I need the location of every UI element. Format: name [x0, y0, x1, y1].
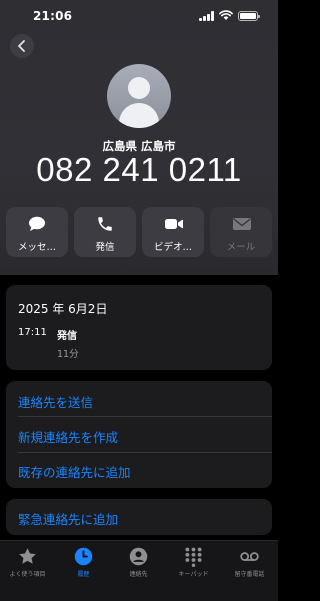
avatar: [107, 64, 171, 128]
add-to-existing-contact-link[interactable]: 既存の連絡先に追加: [18, 462, 131, 481]
contacts-icon: [129, 547, 148, 566]
divider: [18, 452, 272, 453]
tab-voicemail-label: 留守番電話: [234, 571, 265, 578]
mail-icon: [233, 218, 251, 230]
tab-keypad[interactable]: キーパッド: [166, 541, 221, 601]
history-duration: 11分: [57, 349, 79, 360]
history-date: 2025 年 6月2日: [18, 302, 108, 316]
message-button[interactable]: メッセ…: [6, 207, 68, 257]
create-new-contact-link[interactable]: 新規連絡先を作成: [18, 427, 118, 446]
tab-contacts[interactable]: 連絡先: [111, 541, 166, 601]
back-button[interactable]: [10, 34, 34, 58]
add-emergency-contact-link[interactable]: 緊急連絡先に追加: [18, 509, 118, 528]
video-button-label: ビデオ…: [153, 242, 192, 253]
message-button-label: メッセ…: [17, 242, 56, 253]
history-call-type: 発信: [57, 331, 77, 342]
contact-actions-card: 連絡先を送信 新規連絡先を作成 既存の連絡先に追加: [6, 381, 272, 488]
cellular-signal-icon: [199, 11, 215, 21]
status-bar: 21:06: [0, 0, 278, 34]
phone-number[interactable]: 082 241 0211: [0, 151, 278, 189]
call-history-card: 2025 年 6月2日 17:11 発信 11分: [6, 285, 272, 370]
wifi-icon: [219, 10, 233, 20]
clock-icon: [74, 547, 93, 566]
mail-button[interactable]: メール: [210, 207, 272, 257]
battery-icon: [238, 11, 260, 21]
voicemail-icon: [240, 552, 259, 561]
tab-favorites[interactable]: よく使う項目: [0, 541, 55, 601]
chevron-left-icon: [18, 40, 25, 52]
tab-keypad-label: キーパッド: [178, 571, 209, 578]
tab-favorites-label: よく使う項目: [9, 571, 46, 578]
call-button[interactable]: 発信: [74, 207, 136, 257]
status-time: 21:06: [33, 9, 73, 23]
mail-button-label: メール: [226, 242, 256, 253]
video-button[interactable]: ビデオ…: [142, 207, 204, 257]
video-icon: [165, 219, 183, 229]
history-time: 17:11: [18, 327, 47, 338]
tab-bar: よく使う項目 履歴 連絡先 キーパッド 留守番電話: [0, 540, 278, 601]
tab-contacts-label: 連絡先: [129, 571, 148, 578]
tab-recents-label: 履歴: [77, 571, 90, 578]
tab-recents[interactable]: 履歴: [56, 541, 111, 601]
emergency-contact-card: 緊急連絡先に追加: [6, 499, 272, 535]
tab-voicemail[interactable]: 留守番電話: [222, 541, 277, 601]
call-button-label: 発信: [95, 242, 115, 253]
send-contact-link[interactable]: 連絡先を送信: [18, 392, 93, 411]
star-icon: [19, 548, 36, 564]
divider: [18, 416, 272, 417]
message-icon: [29, 216, 45, 231]
keypad-icon: [185, 547, 202, 567]
phone-icon: [98, 217, 112, 231]
